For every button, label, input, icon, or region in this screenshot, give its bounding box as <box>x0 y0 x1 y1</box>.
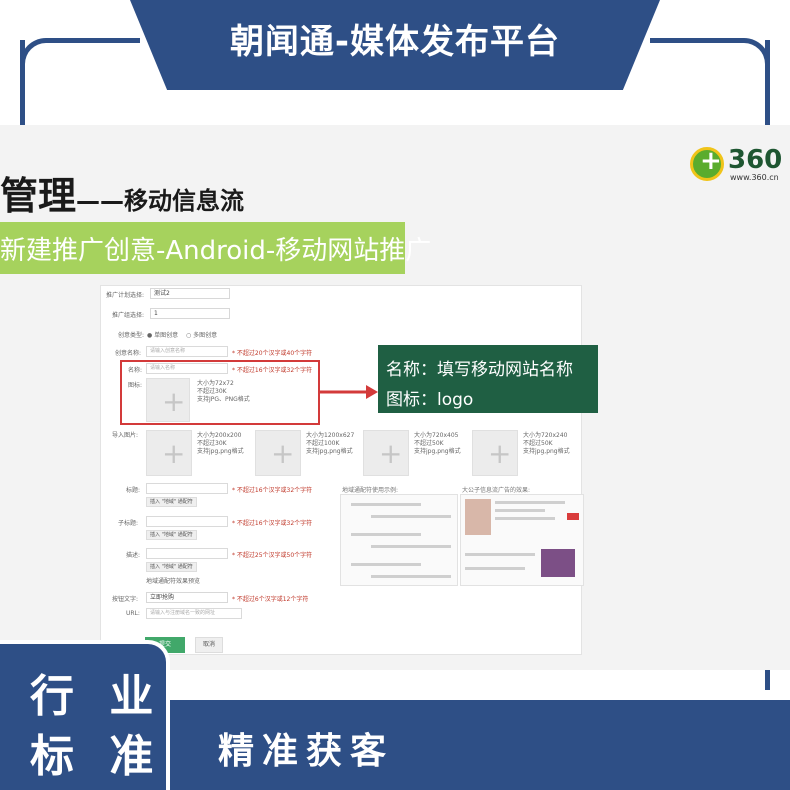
subtitle-label: 子标题: <box>118 520 139 527</box>
group-label: 推广组选择: <box>112 312 145 319</box>
image-upload-2[interactable]: + <box>255 430 301 476</box>
preview-button <box>567 513 579 520</box>
plan-label: 推广计划选择: <box>106 292 145 299</box>
insert-region-button[interactable]: 插入 "地域" 通配符 <box>146 530 197 540</box>
idea-name-label: 创意名称: <box>115 350 142 357</box>
type-radio-single[interactable]: ● 单图创意 <box>147 330 178 339</box>
plus-icon: + <box>700 146 722 176</box>
industry-badge: 行 业 标 准 <box>0 640 170 790</box>
arrow-right-icon <box>320 385 378 399</box>
cancel-button[interactable]: 取消 <box>195 637 223 653</box>
callout-line-icon: 图标：logo <box>386 390 474 410</box>
add-icon: + <box>379 437 403 470</box>
poster-canvas: 朝闻通-媒体发布平台 管理——移动信息流 + 360 www.360.cn 新建… <box>0 0 790 790</box>
type-radio-multi[interactable]: ○ 多图创意 <box>186 330 217 339</box>
feed-preview <box>460 494 584 586</box>
desc-hint: * 不超过25个汉字或50个字符 <box>232 552 313 559</box>
frame-corner-left <box>20 38 140 78</box>
subtitle-hint: * 不超过16个汉字或32个字符 <box>232 520 313 527</box>
name-hint: * 不超过16个汉字或32个字符 <box>232 367 313 374</box>
badge-line-2: 标 准 <box>30 731 164 782</box>
section-banner-text: 新建推广创意-Android-移动网站推广 <box>0 236 432 266</box>
preview-photo <box>465 499 491 535</box>
callout-line-name: 名称：填写移动网站名称 <box>386 360 573 380</box>
button-text-select[interactable]: 立即抢购 <box>146 592 228 603</box>
badge-line-1: 行 业 <box>30 671 164 722</box>
insert-region-button[interactable]: 插入 "地域" 通配符 <box>146 497 197 507</box>
desc-label: 描述: <box>126 552 141 559</box>
logo-text: 360 <box>728 145 783 175</box>
slide-heading: 管理——移动信息流 <box>0 165 244 220</box>
img-req-format: 支持jpg,png格式 <box>197 448 244 455</box>
region-preview-link[interactable]: 地域通配符效果预览 <box>146 576 200 585</box>
subtitle-input[interactable] <box>146 516 228 527</box>
img-req-format: 支持jpg,png格式 <box>414 448 461 455</box>
import-label: 导入图片: <box>112 432 139 439</box>
button-text-label: 按钮文字: <box>112 596 139 603</box>
region-preview <box>340 494 458 586</box>
group-select[interactable]: 1 <box>150 308 230 319</box>
callout-box: 名称：填写移动网站名称 图标：logo <box>378 345 598 413</box>
page-title: 朝闻通-媒体发布平台 <box>229 22 561 62</box>
url-input[interactable]: 请输入与注册域名一致的网址 <box>146 608 242 619</box>
icon-label: 图标: <box>128 382 143 389</box>
icon-upload[interactable]: + <box>146 378 190 422</box>
add-icon: + <box>488 437 512 470</box>
name-label: 名称: <box>128 367 143 374</box>
slide-heading-main: 管理 <box>0 174 77 218</box>
plan-select[interactable]: 测试2 <box>150 288 230 299</box>
insert-region-button[interactable]: 插入 "地域" 通配符 <box>146 562 197 572</box>
preview-title-effect: 大公子信息流广告的效果: <box>462 487 531 494</box>
icon-req-format: 支持JPG、PNG格式 <box>197 396 250 403</box>
add-icon: + <box>271 437 295 470</box>
idea-name-input[interactable]: 请输入创意名称 <box>146 346 228 357</box>
name-input[interactable]: 请输入名称 <box>146 363 228 374</box>
logo-url: www.360.cn <box>730 173 779 182</box>
slide-heading-sub: ——移动信息流 <box>76 187 245 215</box>
preview-title-region: 地域通配符使用示例: <box>342 487 399 494</box>
url-label: URL: <box>126 610 140 617</box>
button-text-hint: * 不超过6个汉字或12个字符 <box>232 596 309 603</box>
preview-photo <box>541 549 575 577</box>
footer-slogan: 精准获客 <box>218 731 395 772</box>
image-upload-1[interactable]: + <box>146 430 192 476</box>
img-req-format: 支持jpg,png格式 <box>523 448 570 455</box>
title-label: 标题: <box>126 487 141 494</box>
desc-input[interactable] <box>146 548 228 559</box>
add-icon: + <box>162 437 186 470</box>
idea-name-hint: * 不超过20个汉字或40个字符 <box>232 350 313 357</box>
image-upload-4[interactable]: + <box>472 430 518 476</box>
type-label: 创意类型: <box>118 332 145 339</box>
add-icon: + <box>162 385 186 418</box>
logo-360: + 360 www.360.cn <box>690 145 790 185</box>
image-upload-3[interactable]: + <box>363 430 409 476</box>
title-hint: * 不超过16个汉字或32个字符 <box>232 487 313 494</box>
frame-corner-right <box>650 38 770 78</box>
img-req-format: 支持jpg,png格式 <box>306 448 353 455</box>
title-input[interactable] <box>146 483 228 494</box>
